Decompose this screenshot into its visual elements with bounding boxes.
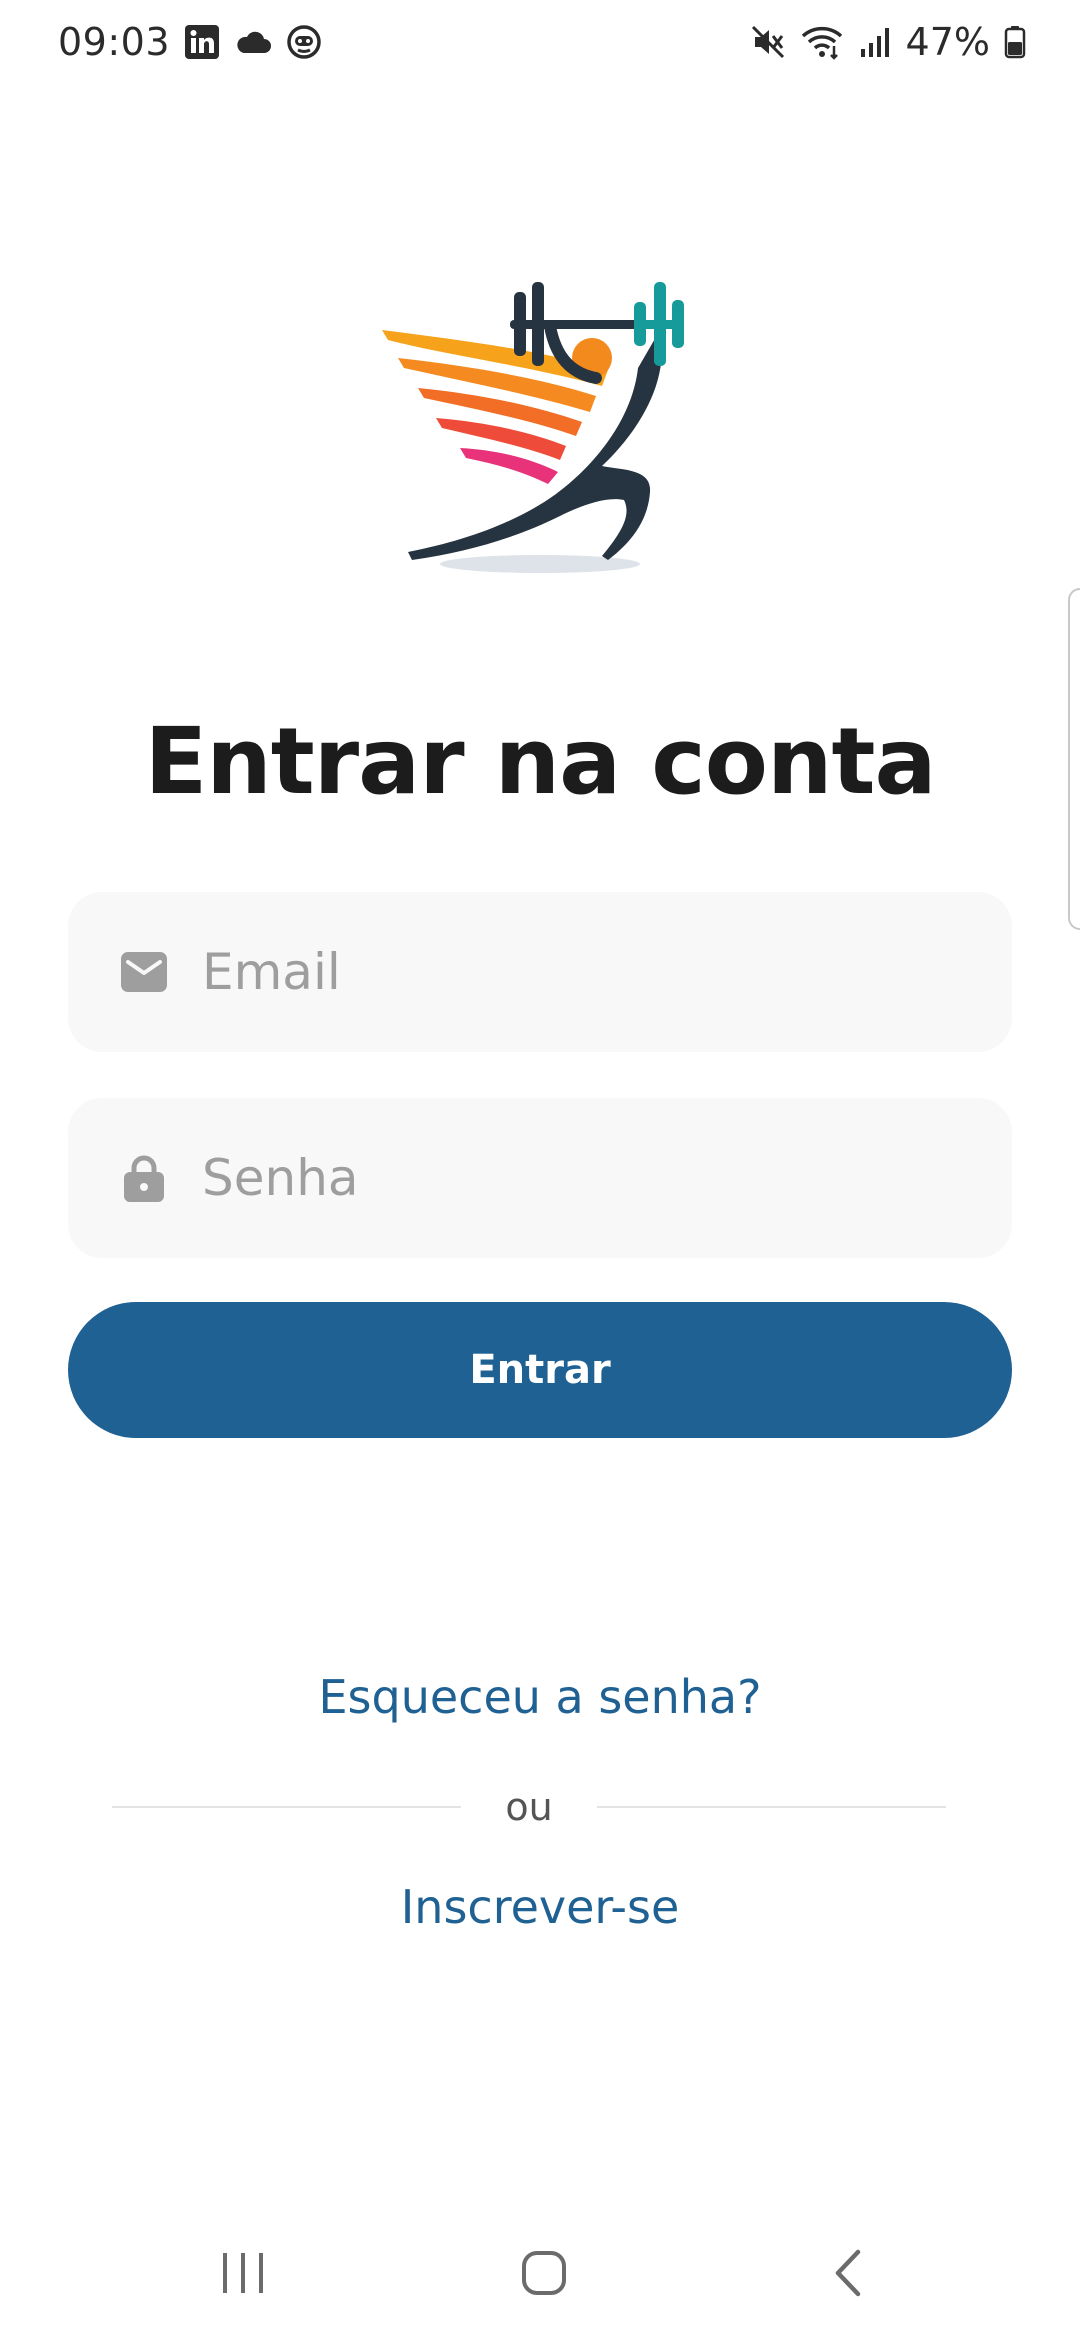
divider-line-left: [112, 1806, 462, 1808]
signup-link[interactable]: Inscrever-se: [0, 1880, 1080, 1934]
status-left: 09:03: [58, 20, 322, 64]
recents-button[interactable]: [183, 2220, 303, 2330]
signal-icon: [858, 25, 892, 59]
status-right: 47%: [750, 20, 1026, 64]
divider-text: ou: [505, 1785, 553, 1829]
email-input[interactable]: [202, 943, 962, 1001]
battery-icon: [1004, 25, 1026, 59]
back-button[interactable]: [788, 2220, 908, 2330]
password-field[interactable]: [68, 1098, 1012, 1258]
email-field[interactable]: [68, 892, 1012, 1052]
wifi-icon: [800, 24, 844, 60]
forgot-password-link[interactable]: Esqueceu a senha?: [0, 1670, 1080, 1724]
home-button[interactable]: [484, 2220, 604, 2330]
cloud-icon: [234, 29, 272, 55]
password-input[interactable]: [202, 1149, 962, 1207]
fitness-athlete-logo: [370, 270, 710, 590]
home-icon: [520, 2249, 568, 2301]
lock-icon: [118, 1152, 170, 1204]
battery-percent: 47%: [905, 20, 990, 64]
login-button[interactable]: Entrar: [68, 1302, 1012, 1438]
envelope-icon: [118, 946, 170, 998]
mute-icon: [750, 24, 786, 60]
or-divider: ou: [112, 1782, 946, 1832]
system-nav-bar: [0, 2220, 1080, 2330]
status-time: 09:03: [58, 20, 171, 64]
recents-icon: [219, 2251, 267, 2299]
linkedin-icon: [184, 24, 220, 60]
login-screen: 09:03 47% Entrar na conta Email Entrar E…: [0, 0, 1080, 2340]
status-bar: 09:03 47%: [0, 0, 1080, 84]
divider-line-right: [596, 1806, 946, 1808]
robot-face-icon: [286, 24, 322, 60]
back-icon: [830, 2248, 866, 2302]
page-title: Entrar na conta: [144, 708, 936, 815]
